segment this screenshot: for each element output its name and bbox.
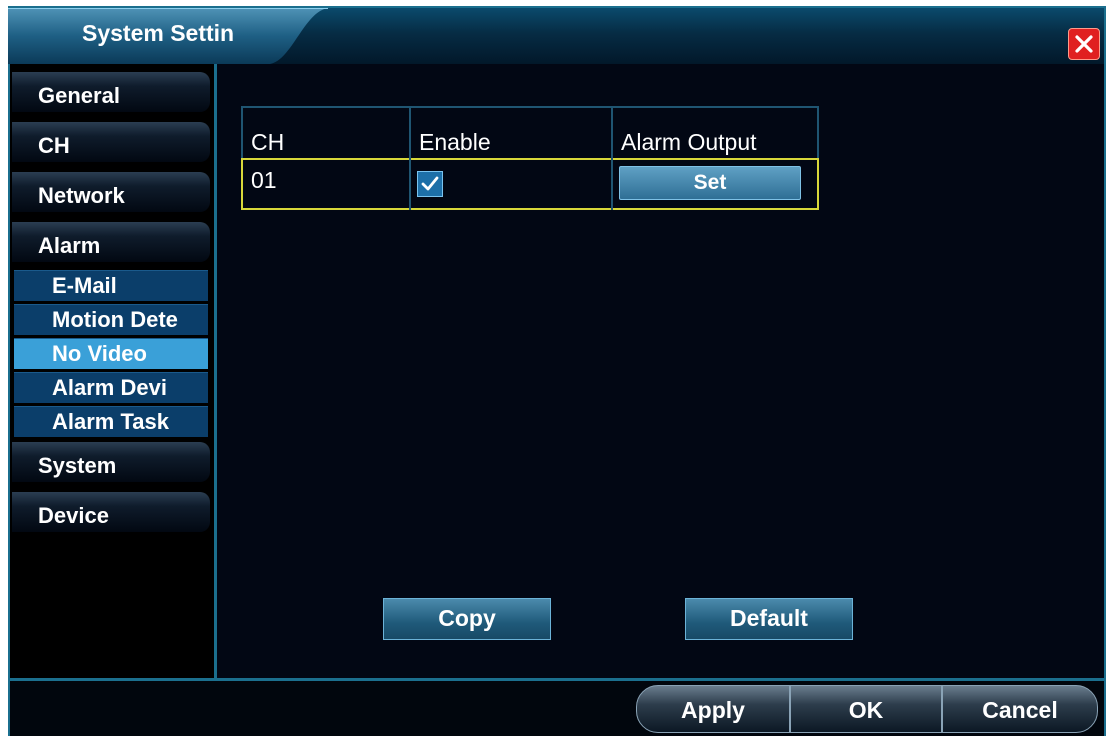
sidebar-item-label: CH <box>38 133 70 158</box>
column-header-alarm-output: Alarm Output <box>611 106 819 158</box>
settings-sidebar: General CH Network Alarm E-Mail Motion D… <box>10 64 214 678</box>
sidebar-item-alarm[interactable]: Alarm <box>12 222 210 262</box>
ok-button[interactable]: OK <box>790 685 942 733</box>
sidebar-subitem-no-video[interactable]: No Video <box>14 338 208 369</box>
sidebar-subitem-label: No Video <box>52 341 147 366</box>
sidebar-item-ch[interactable]: CH <box>12 122 210 162</box>
cancel-button[interactable]: Cancel <box>942 685 1098 733</box>
window-title: System Settin <box>82 20 235 46</box>
apply-button[interactable]: Apply <box>636 685 790 733</box>
sidebar-subitem-label: Motion Dete <box>52 307 178 332</box>
sidebar-item-label: Device <box>38 503 109 528</box>
sidebar-subitem-email[interactable]: E-Mail <box>14 270 208 301</box>
sidebar-item-general[interactable]: General <box>12 72 210 112</box>
sidebar-subitem-label: Alarm Devi <box>52 375 167 400</box>
channel-number-cell: 01 <box>251 167 277 193</box>
close-button[interactable] <box>1068 28 1100 60</box>
column-header-ch: CH <box>241 106 409 158</box>
sidebar-item-label: Alarm <box>38 233 101 258</box>
sidebar-item-label: Network <box>38 183 125 208</box>
sidebar-subitem-alarm-device[interactable]: Alarm Devi <box>14 372 208 403</box>
sidebar-subitem-motion-detect[interactable]: Motion Dete <box>14 304 208 335</box>
sidebar-subitem-label: Alarm Task <box>52 409 169 434</box>
column-header-enable: Enable <box>409 106 611 158</box>
sidebar-subitem-alarm-task[interactable]: Alarm Task <box>14 406 208 437</box>
enable-cell <box>409 158 611 210</box>
sidebar-item-network[interactable]: Network <box>12 172 210 212</box>
system-settings-window: System Settin General CH Network Alarm E… <box>8 6 1106 736</box>
alarm-output-cell: Set <box>611 158 819 210</box>
default-button[interactable]: Default <box>685 598 853 640</box>
checkmark-icon <box>421 176 439 191</box>
title-bar: System Settin <box>8 8 1104 64</box>
sidebar-item-label: System <box>38 453 117 478</box>
copy-button[interactable]: Copy <box>383 598 551 640</box>
alarm-output-set-button[interactable]: Set <box>619 166 801 200</box>
channel-table: CH Enable Alarm Output 01 Set <box>241 106 819 212</box>
close-icon <box>1075 35 1093 53</box>
sidebar-item-system[interactable]: System <box>12 442 210 482</box>
sidebar-subitem-label: E-Mail <box>52 273 117 298</box>
enable-checkbox[interactable] <box>417 171 443 197</box>
bottom-button-bar: Apply OK Cancel <box>10 678 1104 736</box>
sidebar-item-device[interactable]: Device <box>12 492 210 532</box>
no-video-settings-panel: CH Enable Alarm Output 01 Set Copy Defau… <box>217 64 1104 678</box>
sidebar-item-label: General <box>38 83 120 108</box>
